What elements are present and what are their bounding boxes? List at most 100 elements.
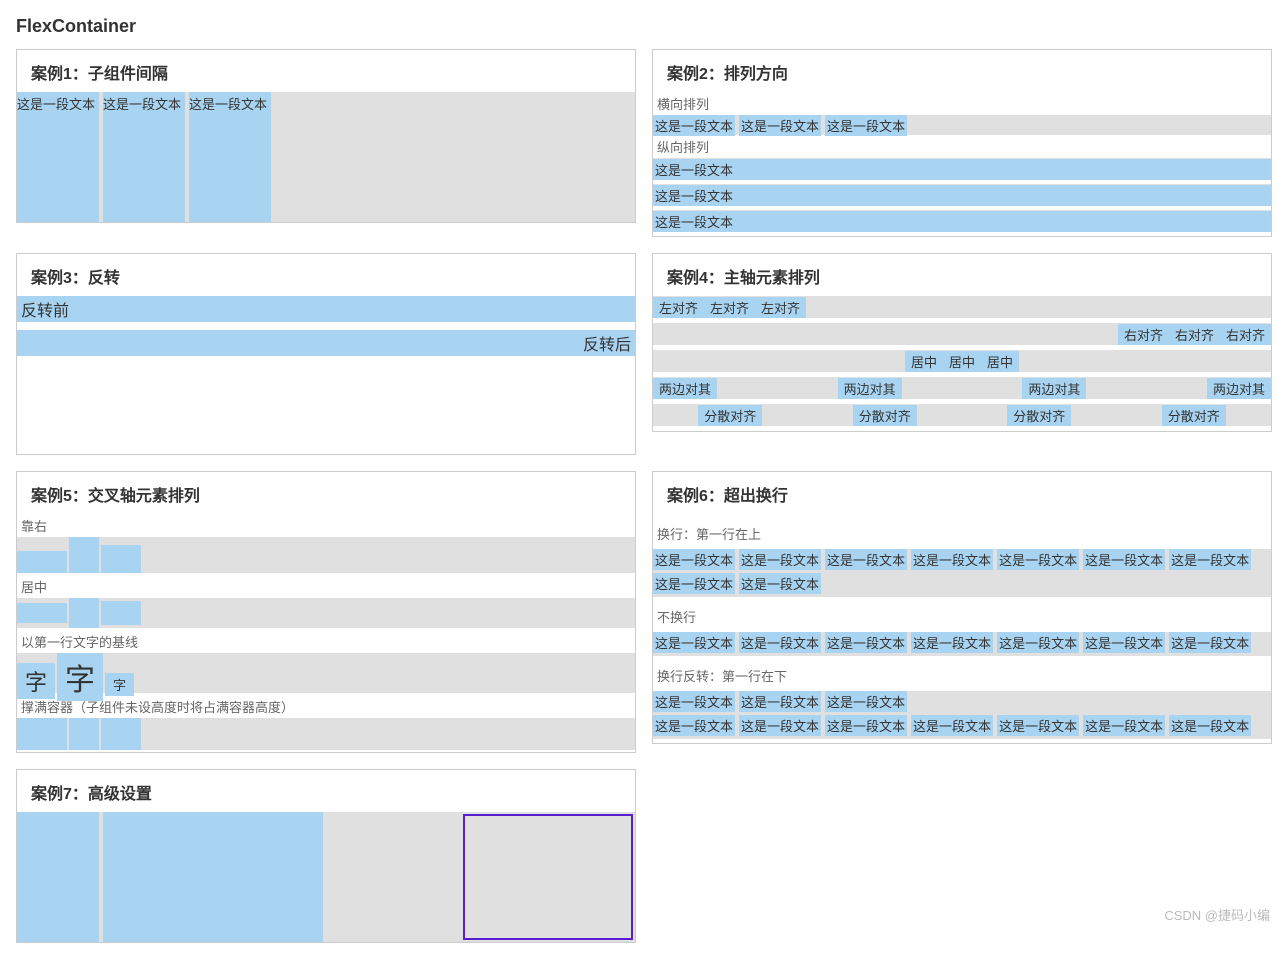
case5-row1-label: 靠右 bbox=[17, 514, 635, 537]
case7-title: 案例7：高级设置 bbox=[17, 770, 635, 812]
case2-v-label: 纵向排列 bbox=[653, 135, 1271, 158]
case3-title: 案例3：反转 bbox=[17, 254, 635, 296]
case6-item: 这是一段文本 bbox=[997, 715, 1079, 736]
case4-item: 左对齐 bbox=[755, 297, 806, 318]
case6-item: 这是一段文本 bbox=[1169, 549, 1251, 570]
case5-box bbox=[17, 551, 67, 573]
case6-item: 这是一段文本 bbox=[739, 549, 821, 570]
case7-card: 案例7：高级设置 bbox=[16, 769, 636, 943]
case2-h-label: 横向排列 bbox=[653, 92, 1271, 115]
case4-item: 分散对齐 bbox=[1007, 405, 1071, 426]
case2-v-container: 这是一段文本 这是一段文本 这是一段文本 bbox=[653, 158, 1271, 232]
case2-item: 这是一段文本 bbox=[653, 211, 1271, 232]
case6-title: 案例6：超出换行 bbox=[653, 472, 1271, 514]
case2-v-row: 这是一段文本 bbox=[653, 210, 1271, 232]
case5-char: 字 bbox=[17, 663, 55, 699]
case2-h-row: 这是一段文本 这是一段文本 这是一段文本 bbox=[653, 115, 1271, 135]
case3-before-row: 反转前 bbox=[17, 296, 635, 322]
case2-title: 案例2：排列方向 bbox=[653, 50, 1271, 92]
case2-item: 这是一段文本 bbox=[739, 115, 821, 136]
case6-item: 这是一段文本 bbox=[653, 549, 735, 570]
case2-v-row: 这是一段文本 bbox=[653, 184, 1271, 206]
case4-center-row: 居中 居中 居中 bbox=[653, 350, 1271, 372]
case5-box bbox=[101, 545, 141, 573]
case6-item: 这是一段文本 bbox=[739, 632, 821, 653]
case4-left-row: 左对齐 左对齐 左对齐 bbox=[653, 296, 1271, 318]
case5-row2 bbox=[17, 598, 635, 628]
case7-box-blue bbox=[103, 812, 323, 942]
case6-item: 这是一段文本 bbox=[997, 549, 1079, 570]
case6-item: 这是一段文本 bbox=[653, 715, 735, 736]
case4-right-row: 右对齐 右对齐 右对齐 bbox=[653, 323, 1271, 345]
case3-after-text: 反转后 bbox=[583, 331, 631, 355]
case4-item: 两边对其 bbox=[838, 378, 902, 399]
case6-item: 这是一段文本 bbox=[825, 715, 907, 736]
case5-title: 案例5：交叉轴元素排列 bbox=[17, 472, 635, 514]
case6-item: 这是一段文本 bbox=[739, 715, 821, 736]
case4-item: 左对齐 bbox=[704, 297, 755, 318]
case6-item: 这是一段文本 bbox=[1083, 715, 1165, 736]
case5-box bbox=[69, 718, 99, 750]
case5-box bbox=[69, 537, 99, 573]
case7-outlined-box bbox=[463, 814, 633, 940]
case1-container: 这是一段文本 这是一段文本 这是一段文本 bbox=[17, 92, 635, 222]
case2-item: 这是一段文本 bbox=[825, 115, 907, 136]
case5-row3: 字 字 字 bbox=[17, 653, 635, 693]
case6-item: 这是一段文本 bbox=[653, 573, 735, 594]
case4-between-row: 两边对其 两边对其 两边对其 两边对其 bbox=[653, 377, 1271, 399]
case2-item: 这是一段文本 bbox=[653, 159, 1271, 180]
case3-card: 案例3：反转 反转前 反转后 bbox=[16, 253, 636, 455]
case1-item: 这是一段文本 bbox=[17, 92, 99, 222]
case5-box bbox=[17, 718, 67, 750]
case1-item: 这是一段文本 bbox=[103, 92, 185, 222]
case6-item: 这是一段文本 bbox=[1083, 632, 1165, 653]
case2-item: 这是一段文本 bbox=[653, 185, 1271, 206]
case5-row1 bbox=[17, 537, 635, 573]
case1-card: 案例1：子组件间隔 这是一段文本 这是一段文本 这是一段文本 bbox=[16, 49, 636, 223]
case6-item: 这是一段文本 bbox=[739, 573, 821, 594]
case7-spacer bbox=[323, 812, 461, 942]
case6-item: 这是一段文本 bbox=[825, 549, 907, 570]
case6-item: 这是一段文本 bbox=[1083, 549, 1165, 570]
case4-item: 分散对齐 bbox=[1162, 405, 1226, 426]
case6-item: 这是一段文本 bbox=[1169, 632, 1251, 653]
case5-row4-label: 撑满容器（子组件未设高度时将占满容器高度） bbox=[17, 695, 635, 718]
case5-box bbox=[17, 603, 67, 623]
case6-item: 这是一段文本 bbox=[825, 691, 907, 712]
case7-box-blue bbox=[17, 812, 99, 942]
case6-wraprev-label: 换行反转：第一行在下 bbox=[657, 666, 1267, 685]
case5-row3-label: 以第一行文字的基线 bbox=[17, 630, 635, 653]
case6-wrap-label: 换行：第一行在上 bbox=[657, 524, 1267, 543]
case6-item: 这是一段文本 bbox=[911, 715, 993, 736]
case4-item: 分散对齐 bbox=[698, 405, 762, 426]
case6-item: 这是一段文本 bbox=[653, 691, 735, 712]
case5-row4 bbox=[17, 718, 635, 750]
case5-box bbox=[101, 718, 141, 750]
watermark: CSDN @捷码小编 bbox=[1164, 905, 1270, 924]
case7-container bbox=[17, 812, 635, 942]
case6-wrap-row: 这是一段文本 这是一段文本 这是一段文本 这是一段文本 这是一段文本 这是一段文… bbox=[653, 549, 1271, 597]
case6-card: 案例6：超出换行 换行：第一行在上 这是一段文本 这是一段文本 这是一段文本 这… bbox=[652, 471, 1272, 744]
case4-item: 居中 bbox=[905, 351, 943, 372]
case6-item: 这是一段文本 bbox=[911, 549, 993, 570]
case3-after-row: 反转后 bbox=[17, 330, 635, 356]
examples-grid: 案例1：子组件间隔 这是一段文本 这是一段文本 这是一段文本 案例2：排列方向 … bbox=[16, 49, 1272, 943]
case4-item: 分散对齐 bbox=[853, 405, 917, 426]
case5-char: 字 bbox=[57, 653, 103, 701]
case4-item: 两边对其 bbox=[1022, 378, 1086, 399]
case6-item: 这是一段文本 bbox=[825, 632, 907, 653]
case4-item: 两边对其 bbox=[653, 378, 717, 399]
case6-nowrap-row: 这是一段文本 这是一段文本 这是一段文本 这是一段文本 这是一段文本 这是一段文… bbox=[653, 632, 1271, 656]
case5-box bbox=[101, 601, 141, 625]
case4-item: 右对齐 bbox=[1220, 324, 1271, 345]
case4-item: 右对齐 bbox=[1118, 324, 1169, 345]
case6-item: 这是一段文本 bbox=[1169, 715, 1251, 736]
case4-around-row: 分散对齐 分散对齐 分散对齐 分散对齐 bbox=[653, 404, 1271, 426]
case2-v-row: 这是一段文本 bbox=[653, 158, 1271, 180]
case6-wraprev-row: 这是一段文本 这是一段文本 这是一段文本 这是一段文本 这是一段文本 这是一段文… bbox=[653, 691, 1271, 739]
case4-title: 案例4：主轴元素排列 bbox=[653, 254, 1271, 296]
case6-item: 这是一段文本 bbox=[997, 632, 1079, 653]
case4-item: 两边对其 bbox=[1207, 378, 1271, 399]
case3-before-text: 反转前 bbox=[21, 297, 69, 321]
case2-card: 案例2：排列方向 横向排列 这是一段文本 这是一段文本 这是一段文本 纵向排列 … bbox=[652, 49, 1272, 237]
